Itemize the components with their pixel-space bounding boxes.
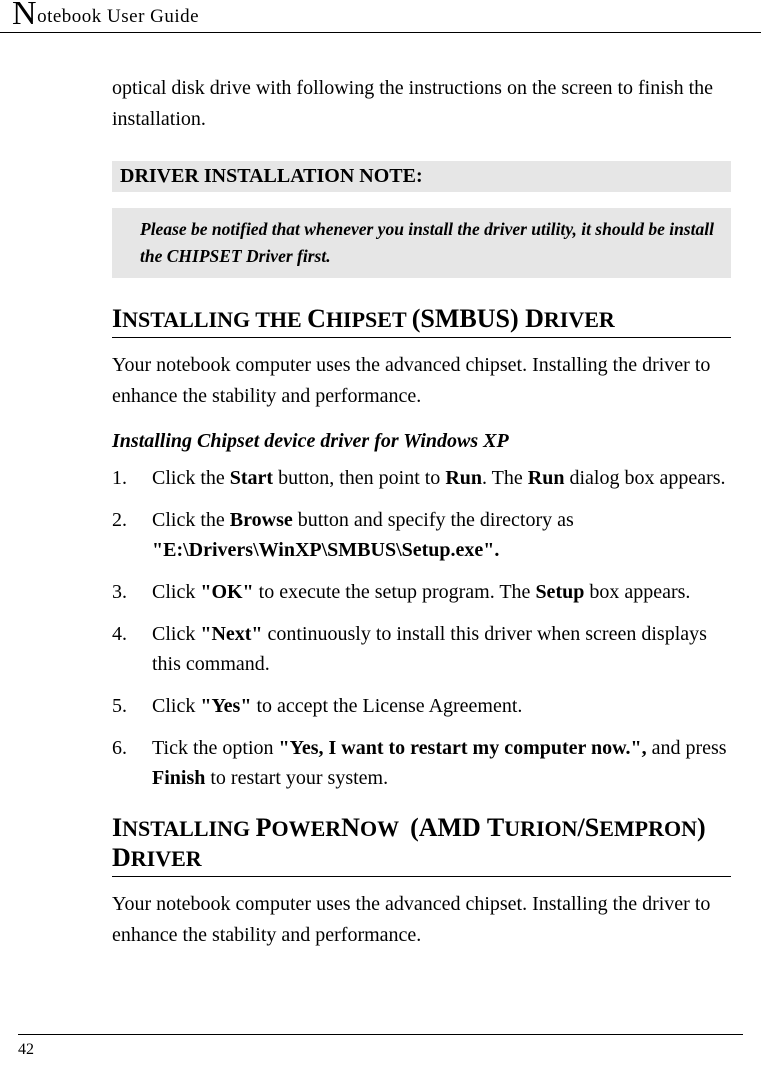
partial-paragraph: optical disk drive with following the in… <box>112 73 731 135</box>
step-item: Tick the option "Yes, I want to restart … <box>112 733 731 793</box>
header-title-rest: otebook User Guide <box>37 6 199 27</box>
note-text: Please be notified that whenever you ins… <box>140 216 719 270</box>
page-header: Notebook User Guide <box>0 0 761 33</box>
step-item: Click the Browse button and specify the … <box>112 505 731 565</box>
steps-list: Click the Start button, then point to Ru… <box>112 463 731 793</box>
section-heading-chipset: INSTALLING THE CHIPSET (SMBUS) DRIVER <box>112 304 731 338</box>
header-dropcap: N <box>12 0 37 32</box>
section-heading-text: INSTALLING POWERNOW (AMD TURION/SEMPRON)… <box>112 816 706 871</box>
note-heading: DRIVER INSTALLATION NOTE: <box>112 161 731 192</box>
section1-paragraph: Your notebook computer uses the advanced… <box>112 350 731 412</box>
page-number: 42 <box>18 1034 743 1059</box>
step-item: Click "OK" to execute the setup program.… <box>112 577 731 607</box>
sub-heading: Installing Chipset device driver for Win… <box>112 430 731 453</box>
step-item: Click the Start button, then point to Ru… <box>112 463 731 493</box>
step-item: Click "Yes" to accept the License Agreem… <box>112 691 731 721</box>
section-heading-text: INSTALLING THE CHIPSET (SMBUS) DRIVER <box>112 307 615 332</box>
note-box: Please be notified that whenever you ins… <box>112 208 731 278</box>
section2-paragraph: Your notebook computer uses the advanced… <box>112 889 731 951</box>
section-heading-powernow: INSTALLING POWERNOW (AMD TURION/SEMPRON)… <box>112 813 731 877</box>
page-content: optical disk drive with following the in… <box>0 33 761 951</box>
header-title: Notebook User Guide <box>12 6 749 28</box>
step-item: Click "Next" continuously to install thi… <box>112 619 731 679</box>
